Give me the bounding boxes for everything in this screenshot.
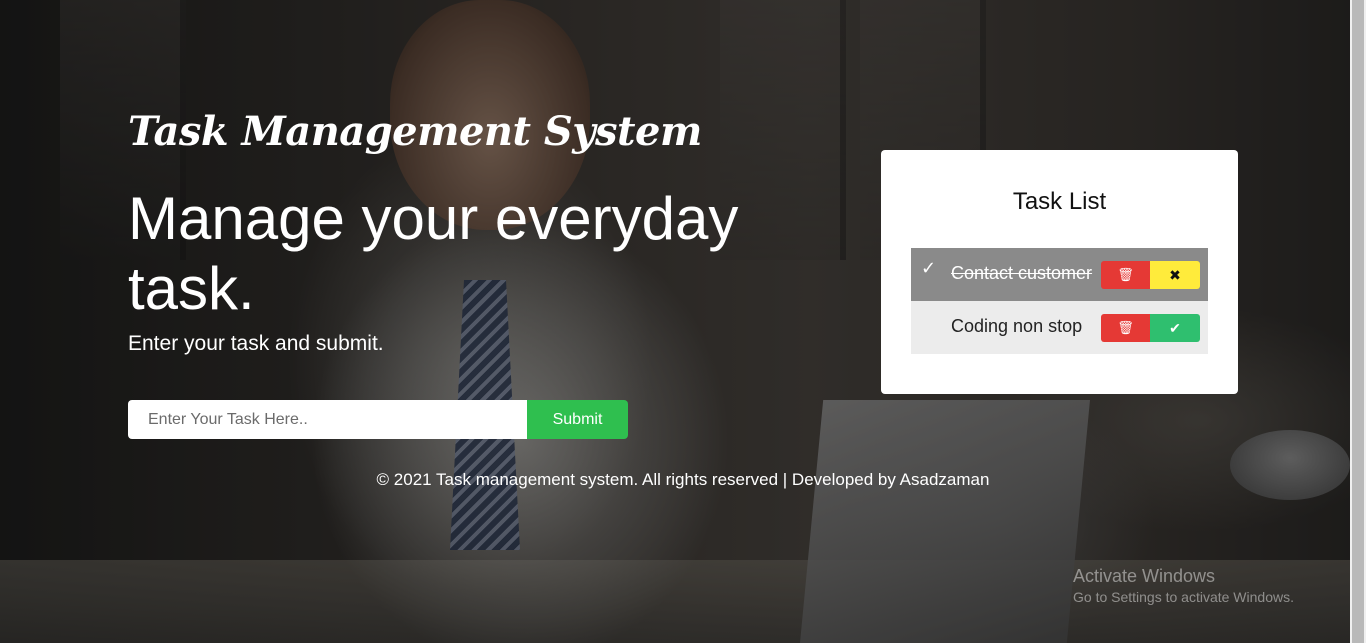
close-icon: ✖ xyxy=(1169,266,1181,283)
undo-task-button[interactable]: ✖ xyxy=(1150,261,1200,289)
task-text: Coding non stop xyxy=(951,316,1083,336)
brand-title: Task Management System xyxy=(128,108,702,155)
trash-icon: 🗑 xyxy=(1117,320,1134,335)
delete-task-button[interactable]: 🗑 xyxy=(1101,314,1150,342)
scrollbar-thumb[interactable] xyxy=(1352,0,1364,643)
trash-icon: 🗑 xyxy=(1117,267,1134,282)
task-item-done: ✓ Contact customer 🗑 ✖ xyxy=(911,248,1208,301)
task-list-card: Task List ✓ Contact customer 🗑 ✖ Coding … xyxy=(881,150,1238,394)
watermark-subtitle: Go to Settings to activate Windows. xyxy=(1073,589,1294,605)
complete-task-button[interactable]: ✔ xyxy=(1150,314,1200,342)
task-form: Submit xyxy=(128,400,628,439)
check-icon: ✔ xyxy=(1169,319,1181,336)
task-text: Contact customer xyxy=(951,263,1093,283)
page-headline: Manage your everyday task. xyxy=(128,185,739,322)
watermark-title: Activate Windows xyxy=(1073,566,1216,586)
check-icon: ✓ xyxy=(921,258,937,279)
page-scrollbar[interactable] xyxy=(1350,0,1366,643)
activate-windows-watermark: Activate Windows Go to Settings to activ… xyxy=(1073,566,1294,605)
task-input[interactable] xyxy=(128,400,527,439)
submit-button[interactable]: Submit xyxy=(527,400,628,439)
task-item-pending: Coding non stop 🗑 ✔ xyxy=(911,301,1208,354)
delete-task-button[interactable]: 🗑 xyxy=(1101,261,1150,289)
footer-text: © 2021 Task management system. All right… xyxy=(376,470,990,489)
task-list-title: Task List xyxy=(1012,188,1107,215)
page-subtitle: Enter your task and submit. xyxy=(128,332,384,355)
